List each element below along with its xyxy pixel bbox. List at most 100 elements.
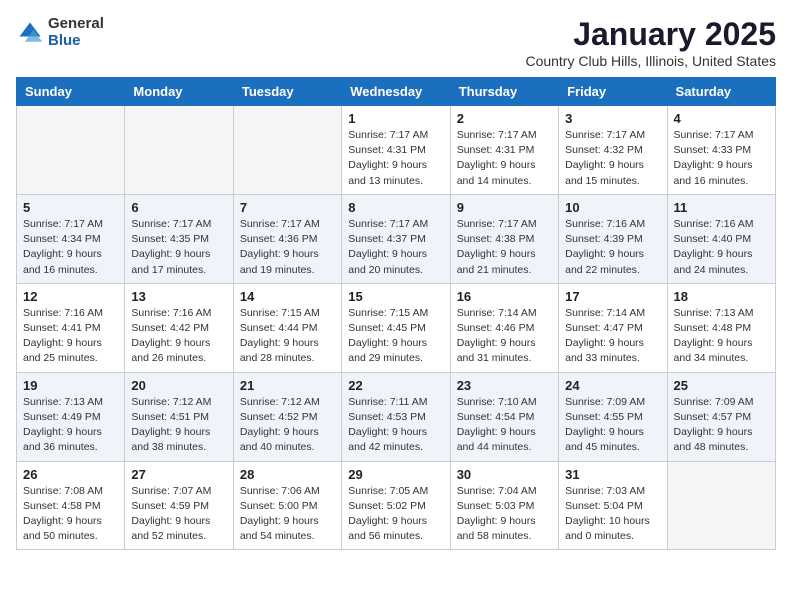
day-number: 22 bbox=[348, 378, 443, 393]
table-row: 1 Sunrise: 7:17 AM Sunset: 4:31 PM Daylig… bbox=[342, 106, 450, 195]
header-row: Sunday Monday Tuesday Wednesday Thursday… bbox=[17, 78, 776, 106]
day-info: Sunrise: 7:17 AM Sunset: 4:31 PM Dayligh… bbox=[457, 128, 552, 189]
table-row: 19Sunrise: 7:13 AM Sunset: 4:49 PM Dayli… bbox=[17, 372, 125, 461]
day-info: Sunrise: 7:15 AM Sunset: 4:45 PM Dayligh… bbox=[348, 306, 443, 367]
day-number: 25 bbox=[674, 378, 769, 393]
day-number: 1 bbox=[348, 111, 443, 126]
table-row: 25 Sunrise: 7:09 AM Sunset: 4:57 PM Dayli… bbox=[667, 372, 775, 461]
day-info: Sunrise: 7:16 AM Sunset: 4:42 PM Dayligh… bbox=[131, 306, 226, 367]
day-info: Sunrise: 7:17 AM Sunset: 4:33 PM Dayligh… bbox=[674, 128, 769, 189]
day-number: 20 bbox=[131, 378, 226, 393]
col-friday: Friday bbox=[559, 78, 667, 106]
day-info: Sunrise: 7:16 AM Sunset: 4:40 PM Dayligh… bbox=[674, 217, 769, 278]
day-number: 11 bbox=[674, 200, 769, 215]
table-row: 20 Sunrise: 7:12 AM Sunset: 4:51 PM Dayli… bbox=[125, 372, 233, 461]
table-row: 22 Sunrise: 7:11 AM Sunset: 4:53 PM Dayli… bbox=[342, 372, 450, 461]
table-row: 6 Sunrise: 7:17 AM Sunset: 4:35 PM Daylig… bbox=[125, 194, 233, 283]
table-row: 26 Sunrise: 7:08 AM Sunset: 4:58 PM Dayli… bbox=[17, 461, 125, 550]
table-row: 17Sunrise: 7:14 AM Sunset: 4:47 PM Dayli… bbox=[559, 283, 667, 372]
day-info: Sunrise: 7:13 AM Sunset: 4:49 PM Dayligh… bbox=[23, 395, 118, 456]
day-number: 23 bbox=[457, 378, 552, 393]
calendar-title: January 2025 bbox=[525, 16, 776, 53]
calendar-week-row: 26 Sunrise: 7:08 AM Sunset: 4:58 PM Dayli… bbox=[17, 461, 776, 550]
day-number: 12 bbox=[23, 289, 118, 304]
day-number: 2 bbox=[457, 111, 552, 126]
table-row: 28 Sunrise: 7:06 AM Sunset: 5:00 PM Dayli… bbox=[233, 461, 341, 550]
day-number: 13 bbox=[131, 289, 226, 304]
day-number: 14 bbox=[240, 289, 335, 304]
calendar-week-row: 5Sunrise: 7:17 AM Sunset: 4:34 PM Daylig… bbox=[17, 194, 776, 283]
col-monday: Monday bbox=[125, 78, 233, 106]
day-number: 30 bbox=[457, 467, 552, 482]
table-row: 21Sunrise: 7:12 AM Sunset: 4:52 PM Dayli… bbox=[233, 372, 341, 461]
day-number: 24 bbox=[565, 378, 660, 393]
day-info: Sunrise: 7:03 AM Sunset: 5:04 PM Dayligh… bbox=[565, 484, 660, 545]
table-row: 11 Sunrise: 7:16 AM Sunset: 4:40 PM Dayli… bbox=[667, 194, 775, 283]
day-info: Sunrise: 7:12 AM Sunset: 4:51 PM Dayligh… bbox=[131, 395, 226, 456]
day-info: Sunrise: 7:09 AM Sunset: 4:57 PM Dayligh… bbox=[674, 395, 769, 456]
day-info: Sunrise: 7:04 AM Sunset: 5:03 PM Dayligh… bbox=[457, 484, 552, 545]
day-info: Sunrise: 7:10 AM Sunset: 4:54 PM Dayligh… bbox=[457, 395, 552, 456]
table-row: 5Sunrise: 7:17 AM Sunset: 4:34 PM Daylig… bbox=[17, 194, 125, 283]
calendar-week-row: 1 Sunrise: 7:17 AM Sunset: 4:31 PM Daylig… bbox=[17, 106, 776, 195]
day-info: Sunrise: 7:11 AM Sunset: 4:53 PM Dayligh… bbox=[348, 395, 443, 456]
col-saturday: Saturday bbox=[667, 78, 775, 106]
col-sunday: Sunday bbox=[17, 78, 125, 106]
day-info: Sunrise: 7:14 AM Sunset: 4:47 PM Dayligh… bbox=[565, 306, 660, 367]
day-info: Sunrise: 7:16 AM Sunset: 4:39 PM Dayligh… bbox=[565, 217, 660, 278]
table-row: 12 Sunrise: 7:16 AM Sunset: 4:41 PM Dayli… bbox=[17, 283, 125, 372]
day-number: 6 bbox=[131, 200, 226, 215]
table-row: 16 Sunrise: 7:14 AM Sunset: 4:46 PM Dayli… bbox=[450, 283, 558, 372]
day-info: Sunrise: 7:14 AM Sunset: 4:46 PM Dayligh… bbox=[457, 306, 552, 367]
table-row bbox=[667, 461, 775, 550]
day-info: Sunrise: 7:17 AM Sunset: 4:32 PM Dayligh… bbox=[565, 128, 660, 189]
day-number: 10 bbox=[565, 200, 660, 215]
day-number: 21 bbox=[240, 378, 335, 393]
table-row bbox=[233, 106, 341, 195]
day-number: 15 bbox=[348, 289, 443, 304]
title-block: January 2025 Country Club Hills, Illinoi… bbox=[525, 16, 776, 69]
table-row: 30 Sunrise: 7:04 AM Sunset: 5:03 PM Dayli… bbox=[450, 461, 558, 550]
logo-general: General bbox=[48, 16, 104, 33]
table-row: 14 Sunrise: 7:15 AM Sunset: 4:44 PM Dayli… bbox=[233, 283, 341, 372]
day-info: Sunrise: 7:08 AM Sunset: 4:58 PM Dayligh… bbox=[23, 484, 118, 545]
day-info: Sunrise: 7:17 AM Sunset: 4:31 PM Dayligh… bbox=[348, 128, 443, 189]
day-info: Sunrise: 7:15 AM Sunset: 4:44 PM Dayligh… bbox=[240, 306, 335, 367]
table-row: 7Sunrise: 7:17 AM Sunset: 4:36 PM Daylig… bbox=[233, 194, 341, 283]
col-tuesday: Tuesday bbox=[233, 78, 341, 106]
table-row: 2 Sunrise: 7:17 AM Sunset: 4:31 PM Daylig… bbox=[450, 106, 558, 195]
calendar-week-row: 19Sunrise: 7:13 AM Sunset: 4:49 PM Dayli… bbox=[17, 372, 776, 461]
table-row: 9 Sunrise: 7:17 AM Sunset: 4:38 PM Daylig… bbox=[450, 194, 558, 283]
day-number: 9 bbox=[457, 200, 552, 215]
day-info: Sunrise: 7:09 AM Sunset: 4:55 PM Dayligh… bbox=[565, 395, 660, 456]
day-info: Sunrise: 7:17 AM Sunset: 4:38 PM Dayligh… bbox=[457, 217, 552, 278]
day-info: Sunrise: 7:17 AM Sunset: 4:37 PM Dayligh… bbox=[348, 217, 443, 278]
logo-text: General Blue bbox=[48, 16, 104, 49]
day-number: 18 bbox=[674, 289, 769, 304]
day-number: 4 bbox=[674, 111, 769, 126]
day-number: 29 bbox=[348, 467, 443, 482]
day-info: Sunrise: 7:16 AM Sunset: 4:41 PM Dayligh… bbox=[23, 306, 118, 367]
day-info: Sunrise: 7:17 AM Sunset: 4:35 PM Dayligh… bbox=[131, 217, 226, 278]
day-number: 5 bbox=[23, 200, 118, 215]
table-row: 8 Sunrise: 7:17 AM Sunset: 4:37 PM Daylig… bbox=[342, 194, 450, 283]
day-number: 8 bbox=[348, 200, 443, 215]
table-row: 31Sunrise: 7:03 AM Sunset: 5:04 PM Dayli… bbox=[559, 461, 667, 550]
page-header: General Blue January 2025 Country Club H… bbox=[16, 16, 776, 69]
table-row: 27Sunrise: 7:07 AM Sunset: 4:59 PM Dayli… bbox=[125, 461, 233, 550]
day-info: Sunrise: 7:06 AM Sunset: 5:00 PM Dayligh… bbox=[240, 484, 335, 545]
table-row: 3 Sunrise: 7:17 AM Sunset: 4:32 PM Daylig… bbox=[559, 106, 667, 195]
day-info: Sunrise: 7:05 AM Sunset: 5:02 PM Dayligh… bbox=[348, 484, 443, 545]
table-row: 29 Sunrise: 7:05 AM Sunset: 5:02 PM Dayli… bbox=[342, 461, 450, 550]
table-row: 23 Sunrise: 7:10 AM Sunset: 4:54 PM Dayli… bbox=[450, 372, 558, 461]
table-row: 4 Sunrise: 7:17 AM Sunset: 4:33 PM Daylig… bbox=[667, 106, 775, 195]
day-number: 28 bbox=[240, 467, 335, 482]
day-number: 16 bbox=[457, 289, 552, 304]
calendar-week-row: 12 Sunrise: 7:16 AM Sunset: 4:41 PM Dayli… bbox=[17, 283, 776, 372]
day-number: 3 bbox=[565, 111, 660, 126]
logo: General Blue bbox=[16, 16, 104, 49]
col-wednesday: Wednesday bbox=[342, 78, 450, 106]
day-info: Sunrise: 7:13 AM Sunset: 4:48 PM Dayligh… bbox=[674, 306, 769, 367]
table-row: 15 Sunrise: 7:15 AM Sunset: 4:45 PM Dayli… bbox=[342, 283, 450, 372]
day-number: 26 bbox=[23, 467, 118, 482]
